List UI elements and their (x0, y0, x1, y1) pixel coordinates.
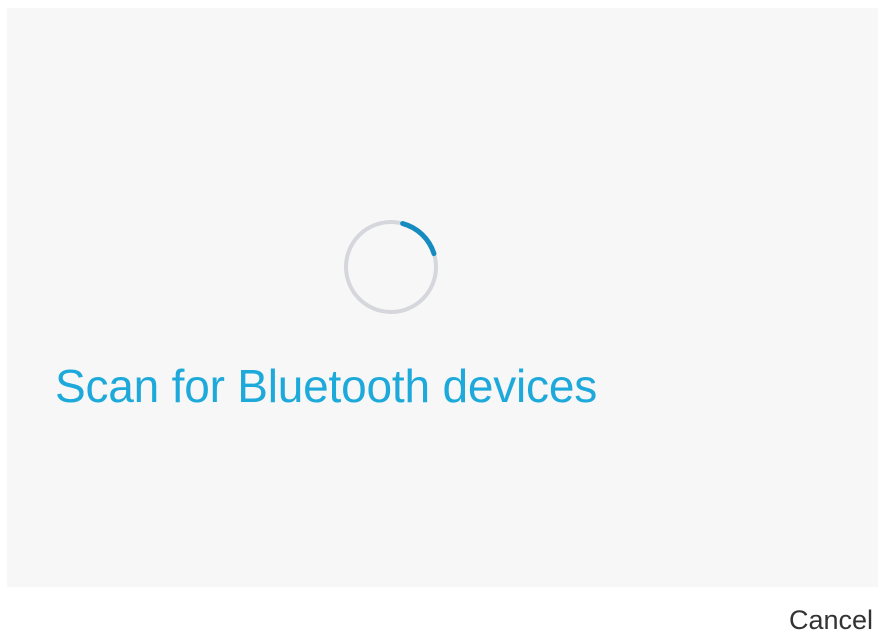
spinner-progress-arc (343, 219, 439, 315)
scan-title: Scan for Bluetooth devices (55, 360, 598, 412)
spinner-svg (343, 219, 439, 315)
bluetooth-scan-dialog: Scan for Bluetooth devices Cancel (0, 0, 885, 640)
scan-panel: Scan for Bluetooth devices (7, 8, 878, 587)
cancel-button[interactable]: Cancel (789, 603, 873, 637)
loading-spinner-icon (339, 215, 443, 319)
